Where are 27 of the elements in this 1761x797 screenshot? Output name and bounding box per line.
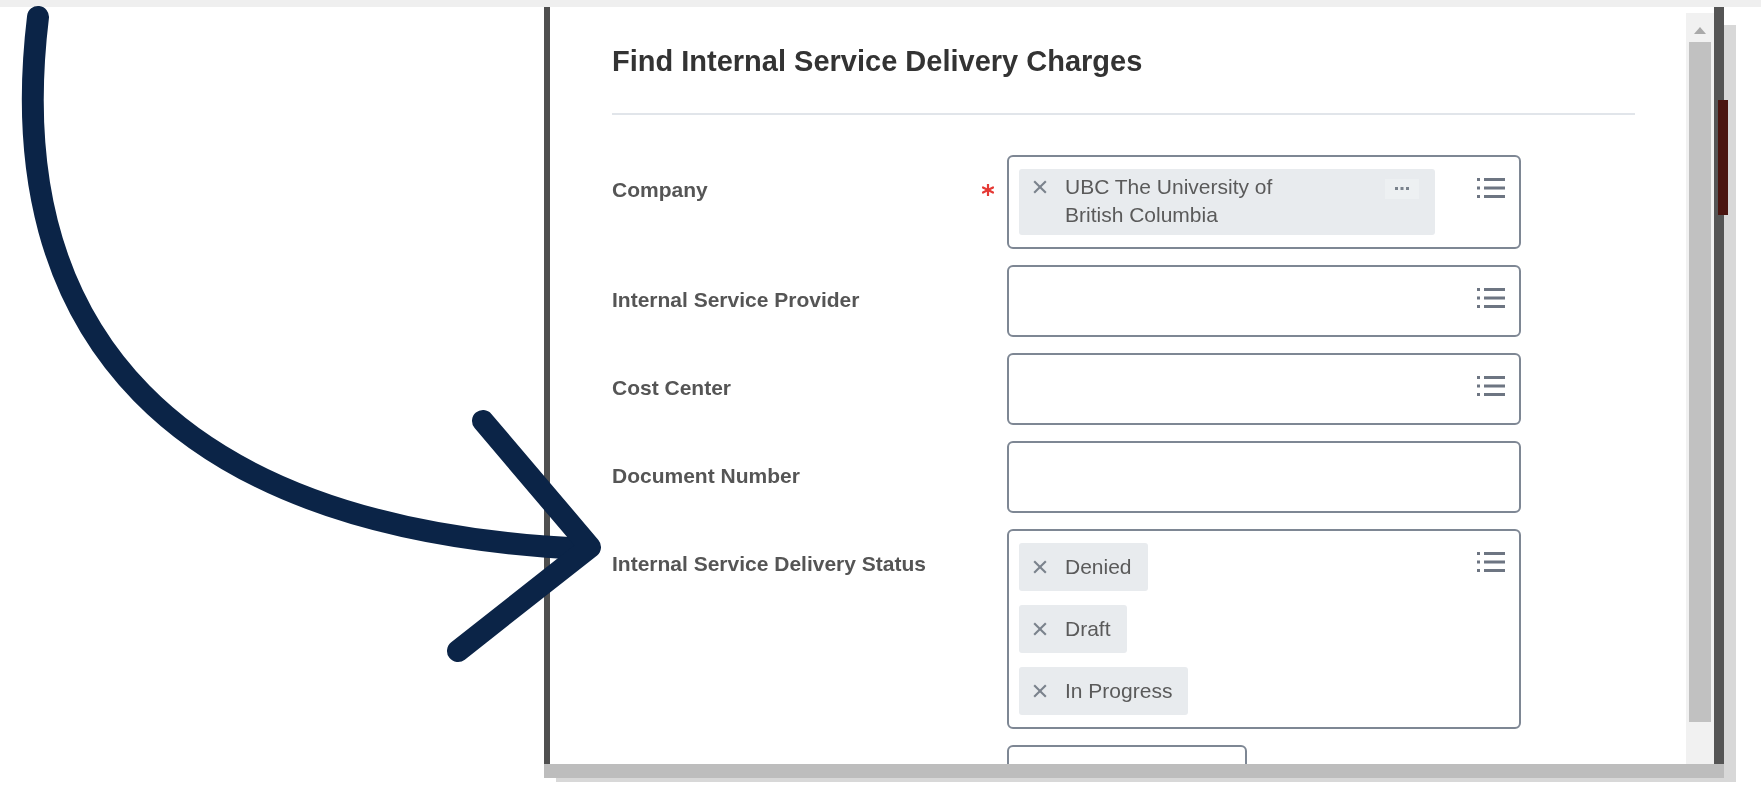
scroll-up-icon[interactable] [1694, 27, 1706, 34]
scrollbar[interactable] [1686, 13, 1714, 764]
pill-text: Draft [1065, 616, 1111, 642]
list-icon[interactable] [1477, 551, 1505, 573]
prompt-field[interactable] [1007, 265, 1521, 337]
scrollbar-thumb[interactable] [1689, 42, 1711, 722]
prompt-field[interactable] [1007, 353, 1521, 425]
list-icon[interactable] [1477, 177, 1505, 199]
dialog-title: Find Internal Service Delivery Charges [612, 44, 1144, 79]
pill-text: In Progress [1065, 678, 1173, 704]
field-label: Cost Center [612, 375, 733, 401]
field-label: Internal Service Delivery Status [612, 551, 927, 577]
prompt-field[interactable]: Denied Draft In Progress [1007, 529, 1521, 729]
prompt-field[interactable]: UBC The University of British Columbia [1007, 155, 1521, 249]
pill-text: UBC The University of British Columbia [1065, 174, 1274, 228]
more-icon[interactable] [1385, 179, 1419, 199]
remove-icon[interactable] [1033, 622, 1047, 636]
remove-icon[interactable] [1033, 560, 1047, 574]
text-field[interactable] [1007, 441, 1521, 513]
list-icon[interactable] [1477, 375, 1505, 397]
field-label: Company [612, 177, 709, 203]
remove-icon[interactable] [1033, 684, 1047, 698]
pill-text: Denied [1065, 554, 1132, 580]
field-label: Document Number [612, 463, 801, 489]
list-icon[interactable] [1477, 287, 1505, 309]
remove-icon[interactable] [1033, 180, 1047, 194]
field-label: Internal Service Provider [612, 287, 861, 313]
